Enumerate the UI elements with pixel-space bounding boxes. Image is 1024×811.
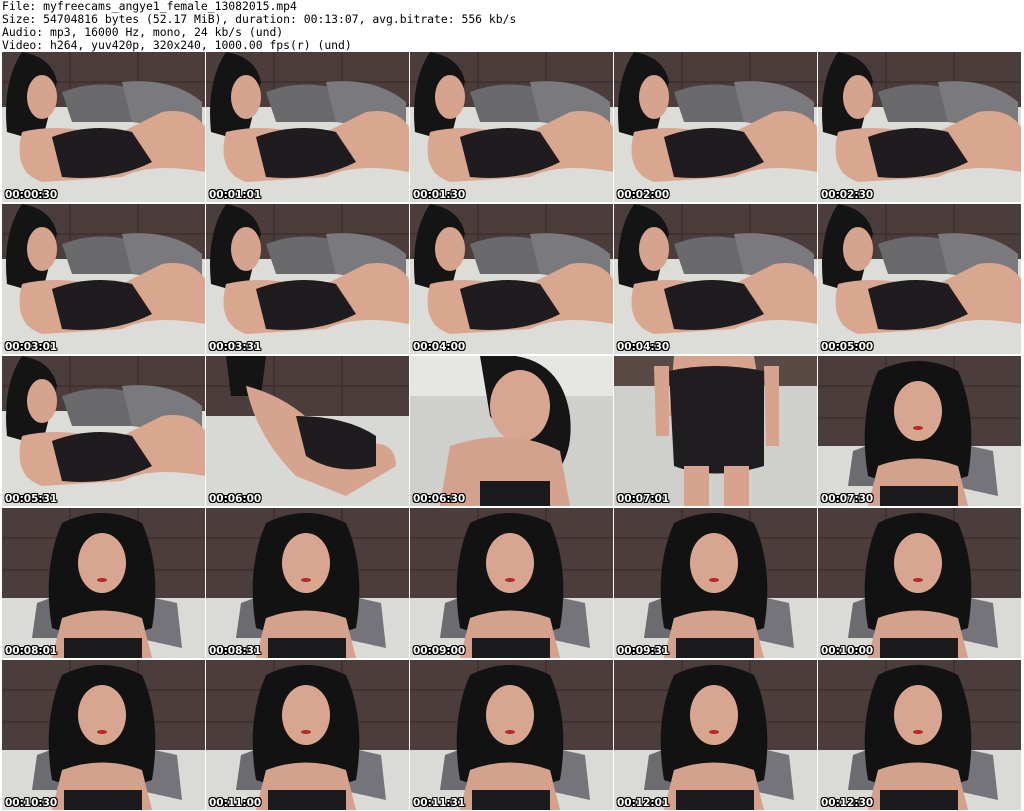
- thumbnail-timestamp: 00:02:30: [821, 189, 874, 201]
- video-thumbnail: 00:03:31: [206, 204, 409, 354]
- thumbnail-image: [614, 52, 817, 202]
- video-thumbnail: 00:02:00: [614, 52, 817, 202]
- video-thumbnail: 00:07:30: [818, 356, 1021, 506]
- thumbnail-image: [818, 660, 1021, 810]
- thumbnail-timestamp: 00:07:30: [821, 493, 874, 505]
- thumbnail-timestamp: 00:04:00: [413, 341, 466, 353]
- thumbnail-timestamp: 00:00:30: [5, 189, 58, 201]
- thumbnail-timestamp: 00:10:30: [5, 797, 58, 809]
- thumbnail-image: [614, 356, 817, 506]
- thumbnail-timestamp: 00:05:31: [5, 493, 58, 505]
- video-thumbnail: 00:05:00: [818, 204, 1021, 354]
- thumbnail-image: [818, 204, 1021, 354]
- video-thumbnail: 00:06:00: [206, 356, 409, 506]
- video-thumbnail: 00:04:30: [614, 204, 817, 354]
- thumbnail-image: [206, 356, 409, 506]
- thumbnail-timestamp: 00:08:31: [209, 645, 262, 657]
- thumbnail-image: [614, 660, 817, 810]
- thumbnail-timestamp: 00:09:31: [617, 645, 670, 657]
- thumbnail-timestamp: 00:04:30: [617, 341, 670, 353]
- thumbnail-image: [818, 356, 1021, 506]
- video-thumbnail: 00:03:01: [2, 204, 205, 354]
- thumbnail-image: [818, 508, 1021, 658]
- video-thumbnail: 00:01:01: [206, 52, 409, 202]
- thumbnail-timestamp: 00:09:00: [413, 645, 466, 657]
- thumbnail-timestamp: 00:12:01: [617, 797, 670, 809]
- video-thumbnail: 00:12:01: [614, 660, 817, 810]
- thumbnail-image: [2, 660, 205, 810]
- thumbnail-timestamp: 00:01:01: [209, 189, 262, 201]
- thumbnail-timestamp: 00:01:30: [413, 189, 466, 201]
- video-thumbnail: 00:10:30: [2, 660, 205, 810]
- video-thumbnail: 00:07:01: [614, 356, 817, 506]
- thumbnail-timestamp: 00:05:00: [821, 341, 874, 353]
- video-thumbnail: 00:11:31: [410, 660, 613, 810]
- thumbnail-image: [818, 52, 1021, 202]
- video-thumbnail: 00:05:31: [2, 356, 205, 506]
- video-info-line: Video: h264, yuv420p, 320x240, 1000.00 f…: [2, 38, 352, 52]
- video-thumbnail: 00:00:30: [2, 52, 205, 202]
- thumbnail-image: [206, 508, 409, 658]
- video-thumbnail: 00:10:00: [818, 508, 1021, 658]
- thumbnail-image: [410, 356, 613, 506]
- thumbnail-image: [410, 508, 613, 658]
- thumbnail-image: [410, 204, 613, 354]
- thumbnail-image: [410, 660, 613, 810]
- thumbnail-image: [2, 356, 205, 506]
- thumbnail-image: [614, 508, 817, 658]
- thumbnail-image: [614, 204, 817, 354]
- video-thumbnail: 00:12:30: [818, 660, 1021, 810]
- video-thumbnail: 00:11:00: [206, 660, 409, 810]
- video-thumbnail: 00:04:00: [410, 204, 613, 354]
- thumbnail-timestamp: 00:10:00: [821, 645, 874, 657]
- thumbnail-image: [410, 52, 613, 202]
- video-thumbnail: 00:02:30: [818, 52, 1021, 202]
- video-thumbnail: 00:08:01: [2, 508, 205, 658]
- thumbnail-image: [206, 52, 409, 202]
- thumbnail-image: [2, 52, 205, 202]
- file-info-header: File: myfreecams_angye1_female_13082015.…: [0, 0, 1024, 52]
- thumbnail-timestamp: 00:07:01: [617, 493, 670, 505]
- thumbnail-image: [2, 508, 205, 658]
- thumbnail-timestamp: 00:11:00: [209, 797, 262, 809]
- thumbnail-timestamp: 00:08:01: [5, 645, 58, 657]
- video-thumbnail: 00:09:31: [614, 508, 817, 658]
- thumbnail-timestamp: 00:03:01: [5, 341, 58, 353]
- thumbnail-image: [206, 660, 409, 810]
- thumbnail-image: [2, 204, 205, 354]
- thumbnail-timestamp: 00:12:30: [821, 797, 874, 809]
- thumbnail-timestamp: 00:02:00: [617, 189, 670, 201]
- video-thumbnail: 00:01:30: [410, 52, 613, 202]
- thumbnail-timestamp: 00:03:31: [209, 341, 262, 353]
- thumbnail-timestamp: 00:06:30: [413, 493, 466, 505]
- video-thumbnail: 00:08:31: [206, 508, 409, 658]
- thumbnail-grid: 00:00:30 00:01:01 00:01:30 00:02:00 00:02:30…: [0, 52, 1024, 811]
- thumbnail-timestamp: 00:11:31: [413, 797, 466, 809]
- thumbnail-image: [206, 204, 409, 354]
- video-thumbnail: 00:09:00: [410, 508, 613, 658]
- thumbnail-timestamp: 00:06:00: [209, 493, 262, 505]
- video-thumbnail: 00:06:30: [410, 356, 613, 506]
